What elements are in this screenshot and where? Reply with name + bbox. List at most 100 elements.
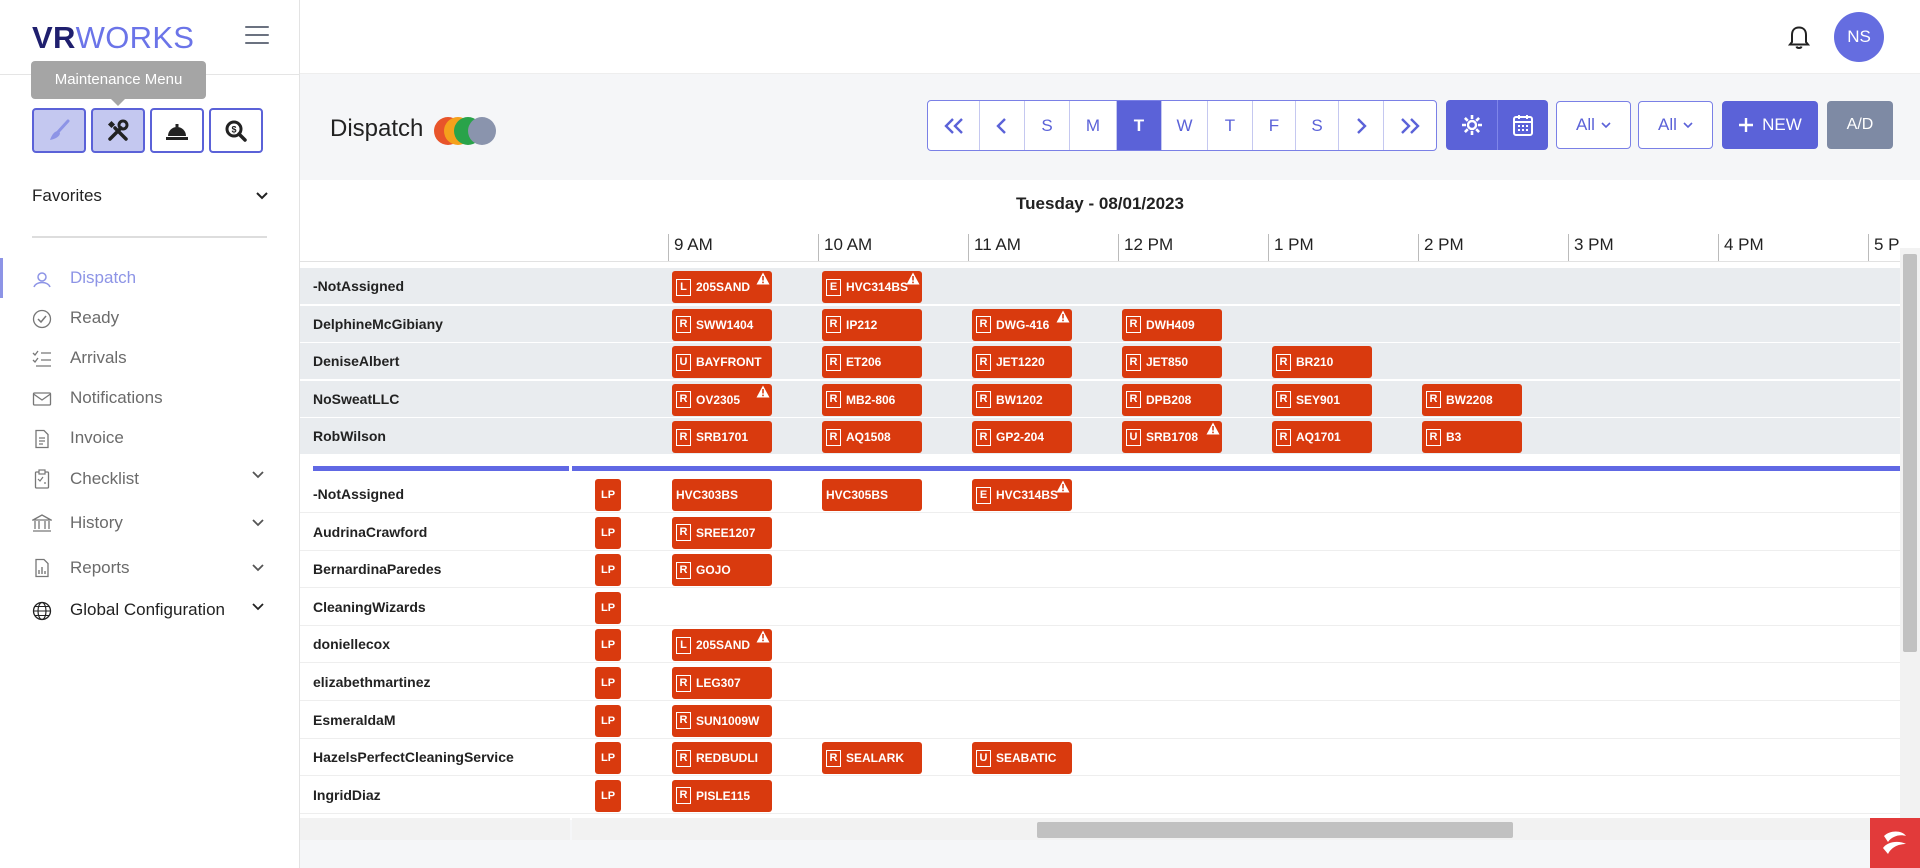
schedule-event[interactable]: R JET1220: [972, 346, 1072, 379]
day-monday[interactable]: M: [1070, 101, 1117, 150]
lp-badge[interactable]: LP: [595, 667, 621, 699]
day-tuesday[interactable]: T: [1117, 101, 1162, 150]
schedule-event[interactable]: R AQ1701: [1272, 421, 1372, 454]
day-saturday[interactable]: S: [1296, 101, 1339, 150]
notification-bell-icon[interactable]: [1788, 24, 1810, 50]
day-friday[interactable]: F: [1253, 101, 1296, 150]
lp-badge[interactable]: LP: [595, 554, 621, 587]
sidebar-item-checklist[interactable]: Checklist: [0, 458, 300, 500]
menu-toggle-icon[interactable]: [245, 26, 269, 46]
sidebar-item-reports[interactable]: Reports: [0, 546, 300, 590]
calendar-button[interactable]: [1497, 100, 1548, 150]
schedule-event[interactable]: R BW1202: [972, 383, 1072, 416]
arrival-departure-button[interactable]: A/D: [1827, 101, 1893, 149]
double-chevron-right-icon: [1401, 117, 1420, 134]
lp-badge[interactable]: LP: [595, 591, 621, 624]
horizontal-scroll-thumb[interactable]: [1037, 822, 1513, 838]
schedule-event[interactable]: E HVC314BS: [822, 271, 922, 303]
concierge-button[interactable]: [150, 108, 204, 153]
lp-badge[interactable]: LP: [595, 779, 621, 812]
schedule-event[interactable]: U SEABATIC: [972, 742, 1072, 775]
schedule-event[interactable]: R SUN1009W: [672, 704, 772, 737]
main-area: NS Dispatch S M T W T F S All All NEW A/…: [300, 0, 1920, 868]
schedule-event[interactable]: R IP212: [822, 308, 922, 341]
schedule-event[interactable]: R JET850: [1122, 346, 1222, 379]
sidebar: VRWORKS Maintenance Menu $ Favorites Dis…: [0, 0, 300, 868]
clipboard-icon: [34, 469, 50, 489]
lp-badge[interactable]: LP: [595, 742, 621, 775]
status-color-toggle[interactable]: [434, 117, 498, 145]
schedule-event[interactable]: R SEALARK: [822, 742, 922, 775]
sidebar-item-dispatch[interactable]: Dispatch: [0, 258, 300, 298]
settings-button[interactable]: [1446, 100, 1497, 150]
sidebar-item-notifications[interactable]: Notifications: [0, 378, 300, 418]
schedule-event[interactable]: R PISLE115: [672, 779, 772, 812]
schedule-event[interactable]: L 205SAND: [672, 271, 772, 303]
schedule-event[interactable]: R MB2-806: [822, 383, 922, 416]
sidebar-item-ready[interactable]: Ready: [0, 298, 300, 338]
schedule-event[interactable]: U SRB1708: [1122, 421, 1222, 454]
schedule-event[interactable]: R AQ1508: [822, 421, 922, 454]
schedule-event[interactable]: E HVC314BS: [972, 479, 1072, 511]
sidebar-item-history[interactable]: History: [0, 500, 300, 546]
lp-badge[interactable]: LP: [595, 704, 621, 737]
schedule-event[interactable]: R GP2-204: [972, 421, 1072, 454]
previous-day-button[interactable]: [980, 101, 1025, 150]
previous-week-button[interactable]: [928, 101, 980, 150]
schedule-event[interactable]: R REDBUDLI: [672, 742, 772, 775]
schedule-event[interactable]: HVC303BS: [672, 479, 772, 511]
event-type-badge: R: [1426, 391, 1441, 409]
new-button[interactable]: NEW: [1722, 101, 1818, 149]
favorites-toggle[interactable]: Favorites: [32, 186, 268, 206]
row-staff-name: BernardinaParedes: [313, 561, 442, 578]
row-staff-name: DelphineMcGibiany: [313, 315, 443, 332]
next-week-button[interactable]: [1384, 101, 1436, 150]
hour-label: 5 P: [1868, 234, 1900, 261]
maintenance-mode-button[interactable]: [91, 108, 145, 153]
schedule-row: DelphineMcGibiany R SWW1404 R IP212 R DWG-416 R…: [300, 305, 1900, 343]
user-avatar[interactable]: NS: [1834, 12, 1884, 62]
sidebar-item-global-configuration[interactable]: Global Configuration: [0, 590, 300, 630]
sidebar-item-arrivals[interactable]: Arrivals: [0, 338, 300, 378]
schedule-event[interactable]: R SREE1207: [672, 516, 772, 549]
svg-text:$: $: [231, 124, 236, 134]
schedule-event[interactable]: R DWH409: [1122, 308, 1222, 341]
schedule-event[interactable]: R SWW1404: [672, 308, 772, 341]
event-label: JET1220: [996, 355, 1045, 370]
schedule-event[interactable]: U BAYFRONT: [672, 346, 772, 379]
schedule-event[interactable]: R B3: [1422, 421, 1522, 454]
schedule-event[interactable]: R SEY901: [1272, 383, 1372, 416]
filter-dropdown-2[interactable]: All: [1638, 101, 1713, 149]
schedule-event[interactable]: R OV2305: [672, 383, 772, 416]
event-type-badge: R: [676, 561, 691, 579]
event-label: DWH409: [1146, 317, 1195, 332]
schedule-event[interactable]: R LEG307: [672, 667, 772, 699]
next-day-button[interactable]: [1339, 101, 1384, 150]
lp-badge[interactable]: LP: [595, 629, 621, 662]
event-label: SUN1009W: [696, 713, 760, 728]
names-horizontal-scrollbar[interactable]: [300, 818, 570, 840]
hour-label: 10 AM: [818, 234, 872, 261]
schedule-event[interactable]: L 205SAND: [672, 629, 772, 662]
schedule-event[interactable]: R BW2208: [1422, 383, 1522, 416]
day-sunday[interactable]: S: [1025, 101, 1070, 150]
schedule-event[interactable]: R SRB1701: [672, 421, 772, 454]
schedule-event[interactable]: HVC305BS: [822, 479, 922, 511]
help-widget-button[interactable]: [1870, 818, 1920, 868]
schedule-event[interactable]: R DPB208: [1122, 383, 1222, 416]
cleaning-mode-button[interactable]: [32, 108, 86, 153]
vertical-scroll-thumb[interactable]: [1903, 254, 1917, 652]
lp-badge[interactable]: LP: [595, 479, 621, 511]
sidebar-item-label: Invoice: [70, 428, 124, 447]
day-wednesday[interactable]: W: [1162, 101, 1208, 150]
search-billing-button[interactable]: $: [209, 108, 263, 153]
brand-logo[interactable]: VRWORKS: [32, 20, 194, 56]
schedule-event[interactable]: R ET206: [822, 346, 922, 379]
filter-dropdown-1[interactable]: All: [1556, 101, 1631, 149]
sidebar-item-invoice[interactable]: Invoice: [0, 418, 300, 458]
schedule-event[interactable]: R DWG-416: [972, 308, 1072, 341]
lp-badge[interactable]: LP: [595, 516, 621, 549]
schedule-event[interactable]: R GOJO: [672, 554, 772, 587]
day-thursday[interactable]: T: [1208, 101, 1253, 150]
schedule-event[interactable]: R BR210: [1272, 346, 1372, 379]
